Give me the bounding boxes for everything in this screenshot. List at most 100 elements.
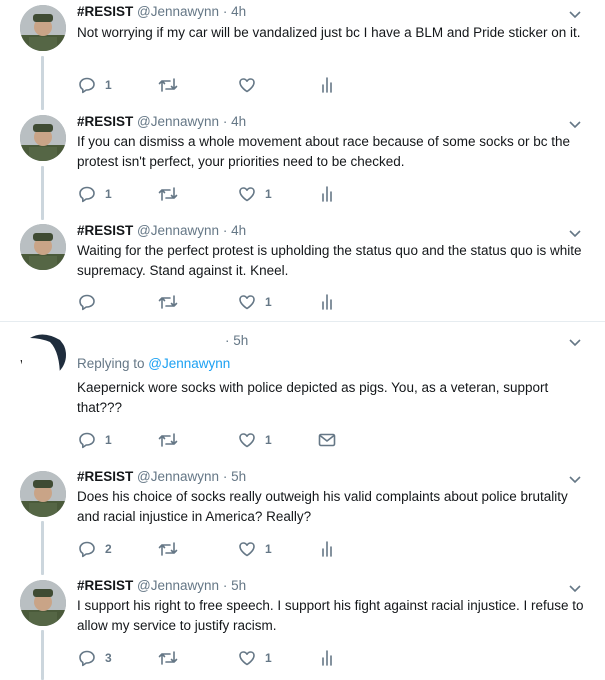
timestamp[interactable]: 5h <box>231 469 246 484</box>
like-icon <box>239 78 255 93</box>
separator-dot: · <box>225 333 230 348</box>
reply-button[interactable]: 2 <box>77 539 112 559</box>
like-button[interactable]: 1 <box>237 430 272 450</box>
tweet-actions: 2 1 <box>77 539 577 559</box>
timestamp[interactable]: 4h <box>231 4 246 19</box>
display-name[interactable]: #RESIST <box>77 4 133 19</box>
username[interactable]: @Jennawynn <box>137 469 219 484</box>
avatar[interactable] <box>20 5 66 51</box>
username[interactable]: @Jennawynn <box>137 114 219 129</box>
tweet[interactable]: #RESIST @Jennawynn · 4h Waiting for the … <box>0 220 605 320</box>
timestamp[interactable]: 5h <box>231 578 246 593</box>
analytics-button[interactable] <box>317 648 337 668</box>
like-count: 1 <box>265 295 272 309</box>
analytics-button[interactable] <box>317 539 337 559</box>
separator-dot: · <box>222 4 228 19</box>
display-name[interactable]: #RESIST <box>77 578 133 593</box>
avatar[interactable] <box>20 471 66 517</box>
replying-to-label: Replying to <box>77 356 149 371</box>
retweet-button[interactable] <box>157 184 187 204</box>
tweet-text: Kaepernick wore socks with police depict… <box>77 380 549 415</box>
like-icon <box>239 651 255 666</box>
timestamp[interactable]: 4h <box>231 223 246 238</box>
reply-icon <box>79 294 95 311</box>
tweet-actions: 1 1 <box>77 430 577 450</box>
reply-count: 3 <box>105 651 112 665</box>
tweet-text: Not worrying if my car will be vandalize… <box>77 25 581 40</box>
separator-dot: · <box>222 223 228 238</box>
retweet-button[interactable] <box>157 292 187 312</box>
retweet-button[interactable] <box>157 430 187 450</box>
tweet-header: · 5h <box>225 332 248 350</box>
tweet-text: I support his right to free speech. I su… <box>77 598 584 633</box>
reply-icon <box>79 77 95 94</box>
retweet-button[interactable] <box>157 539 187 559</box>
analytics-button[interactable] <box>317 184 337 204</box>
reply-count: 1 <box>105 187 112 201</box>
reply-button[interactable]: 3 <box>77 648 112 668</box>
like-button[interactable]: 1 <box>237 648 272 668</box>
tweet-actions: 1 <box>77 292 577 312</box>
chevron-down-icon[interactable] <box>567 334 583 350</box>
avatar[interactable] <box>20 332 66 378</box>
tweet-text: Does his choice of socks really outweigh… <box>77 489 568 524</box>
display-name[interactable]: #RESIST <box>77 114 133 129</box>
reply-button[interactable]: 1 <box>77 184 112 204</box>
like-count: 1 <box>265 433 272 447</box>
reply-count: 2 <box>105 542 112 556</box>
tweet-header: #RESIST @Jennawynn · 4h <box>77 3 246 21</box>
display-name[interactable]: #RESIST <box>77 469 133 484</box>
tweet-text: If you can dismiss a whole movement abou… <box>77 134 570 169</box>
chevron-down-icon[interactable] <box>567 580 583 596</box>
like-button[interactable] <box>237 75 265 95</box>
analytics-icon <box>322 77 332 93</box>
tweet[interactable]: #RESIST @Jennawynn · 5h I support his ri… <box>0 575 605 680</box>
timestamp[interactable]: 5h <box>233 333 248 348</box>
chevron-down-icon[interactable] <box>567 116 583 132</box>
tweet[interactable]: #RESIST @Jennawynn · 4h Not worrying if … <box>0 0 605 110</box>
like-icon <box>239 542 255 557</box>
username[interactable]: @Jennawynn <box>137 223 219 238</box>
tweet-actions: 1 <box>77 75 577 95</box>
like-button[interactable]: 1 <box>237 184 272 204</box>
chevron-down-icon[interactable] <box>567 225 583 241</box>
username[interactable]: @Jennawynn <box>137 578 219 593</box>
analytics-icon <box>322 294 332 310</box>
retweet-button[interactable] <box>157 648 187 668</box>
reply-icon <box>79 432 95 449</box>
reply-button[interactable] <box>77 292 105 312</box>
retweet-icon <box>158 295 178 309</box>
avatar[interactable] <box>20 580 66 626</box>
analytics-button[interactable] <box>317 292 337 312</box>
chevron-down-icon[interactable] <box>567 6 583 22</box>
retweet-icon <box>158 433 178 447</box>
username[interactable]: @Jennawynn <box>137 4 219 19</box>
message-icon <box>318 433 336 447</box>
timestamp[interactable]: 4h <box>231 114 246 129</box>
direct-message-button[interactable] <box>317 430 337 450</box>
tweet[interactable]: #RESIST @Jennawynn · 4h If you can dismi… <box>0 110 605 220</box>
retweet-button[interactable] <box>157 75 187 95</box>
like-button[interactable]: 1 <box>237 292 272 312</box>
reply-count: 1 <box>105 78 112 92</box>
replying-to-handle[interactable]: @Jennawynn <box>148 356 230 371</box>
analytics-icon <box>322 541 332 557</box>
retweet-icon <box>158 542 178 556</box>
avatar[interactable] <box>20 224 66 270</box>
reply-button[interactable]: 1 <box>77 75 112 95</box>
tweet-header: #RESIST @Jennawynn · 5h <box>77 468 246 486</box>
analytics-button[interactable] <box>317 75 337 95</box>
chevron-down-icon[interactable] <box>567 471 583 487</box>
analytics-icon <box>322 650 332 666</box>
display-name[interactable]: #RESIST <box>77 223 133 238</box>
avatar[interactable] <box>20 115 66 161</box>
like-button[interactable]: 1 <box>237 539 272 559</box>
reply-icon <box>79 650 95 667</box>
reply-button[interactable]: 1 <box>77 430 112 450</box>
like-icon <box>239 295 255 310</box>
like-count: 1 <box>265 542 272 556</box>
separator-dot: · <box>222 114 228 129</box>
tweet[interactable]: #RESIST @Jennawynn · 5h Does his choice … <box>0 465 605 575</box>
tweet[interactable]: · 5h Replying to @Jennawynn Kaepernick w… <box>0 322 605 457</box>
tweet-header: #RESIST @Jennawynn · 5h <box>77 577 246 595</box>
